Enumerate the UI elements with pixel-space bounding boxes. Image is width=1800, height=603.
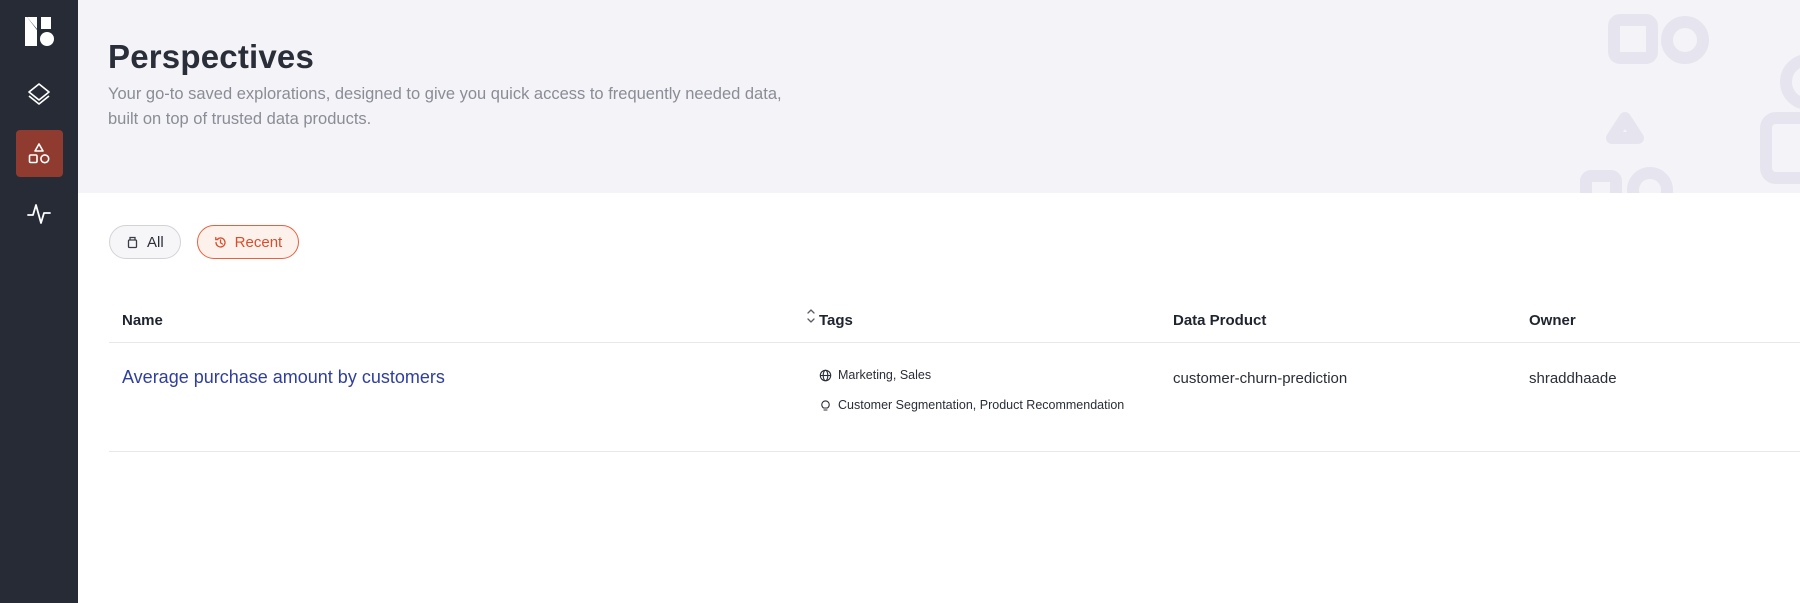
filter-recent-chip[interactable]: Recent: [196, 225, 300, 259]
decorative-shapes-icon: [1580, 14, 1800, 193]
main-content: Perspectives Your go-to saved exploratio…: [78, 0, 1800, 603]
perspective-name-link[interactable]: Average purchase amount by customers: [122, 367, 445, 388]
box-icon: [127, 236, 138, 248]
lightbulb-icon: [821, 399, 830, 411]
layers-icon: [28, 82, 50, 105]
history-icon: [214, 236, 226, 248]
cell-tags: Marketing, Sales Customer Segmentation, …: [819, 365, 1173, 451]
column-header-tags: Tags: [819, 312, 853, 329]
column-header-name[interactable]: Name: [109, 309, 819, 329]
filter-bar: All Recent: [78, 193, 1800, 259]
perspectives-table: Name Tags Data Product Owner Average pur…: [109, 299, 1800, 452]
activity-icon: [27, 203, 51, 224]
filter-recent-label: Recent: [234, 233, 283, 251]
column-header-data-product: Data Product: [1173, 312, 1267, 329]
column-header-owner: Owner: [1529, 312, 1576, 329]
use-case-tags: Customer Segmentation, Product Recommend…: [819, 395, 1173, 415]
domain-tags-text: Marketing, Sales: [838, 368, 932, 382]
cell-data-product: customer-churn-prediction: [1173, 370, 1348, 387]
app-root: Perspectives Your go-to saved exploratio…: [0, 0, 1800, 603]
filter-all-label: All: [147, 233, 164, 251]
sidebar-item-perspectives[interactable]: [15, 130, 63, 177]
sort-icon[interactable]: [805, 306, 817, 326]
table-row: Average purchase amount by customers Mar…: [109, 343, 1800, 452]
filter-all-chip[interactable]: All: [109, 225, 181, 259]
shapes-icon: [28, 142, 50, 163]
sidebar: [0, 0, 78, 603]
page-header: Perspectives Your go-to saved exploratio…: [78, 0, 1800, 193]
page-title: Perspectives: [108, 38, 315, 75]
table-header: Name Tags Data Product Owner: [109, 299, 1800, 343]
domain-tags: Marketing, Sales: [819, 365, 1173, 385]
use-case-tags-text: Customer Segmentation, Product Recommend…: [838, 398, 1125, 412]
globe-icon: [819, 369, 832, 381]
brand-logo-icon[interactable]: [19, 12, 59, 52]
sidebar-item-activity[interactable]: [16, 190, 63, 237]
cell-name: Average purchase amount by customers: [109, 365, 819, 451]
sidebar-item-layers[interactable]: [16, 70, 63, 117]
cell-owner: shraddhaade: [1529, 370, 1617, 387]
page-description: Your go-to saved explorations, designed …: [108, 85, 782, 128]
column-header-name-label: Name: [122, 312, 163, 329]
